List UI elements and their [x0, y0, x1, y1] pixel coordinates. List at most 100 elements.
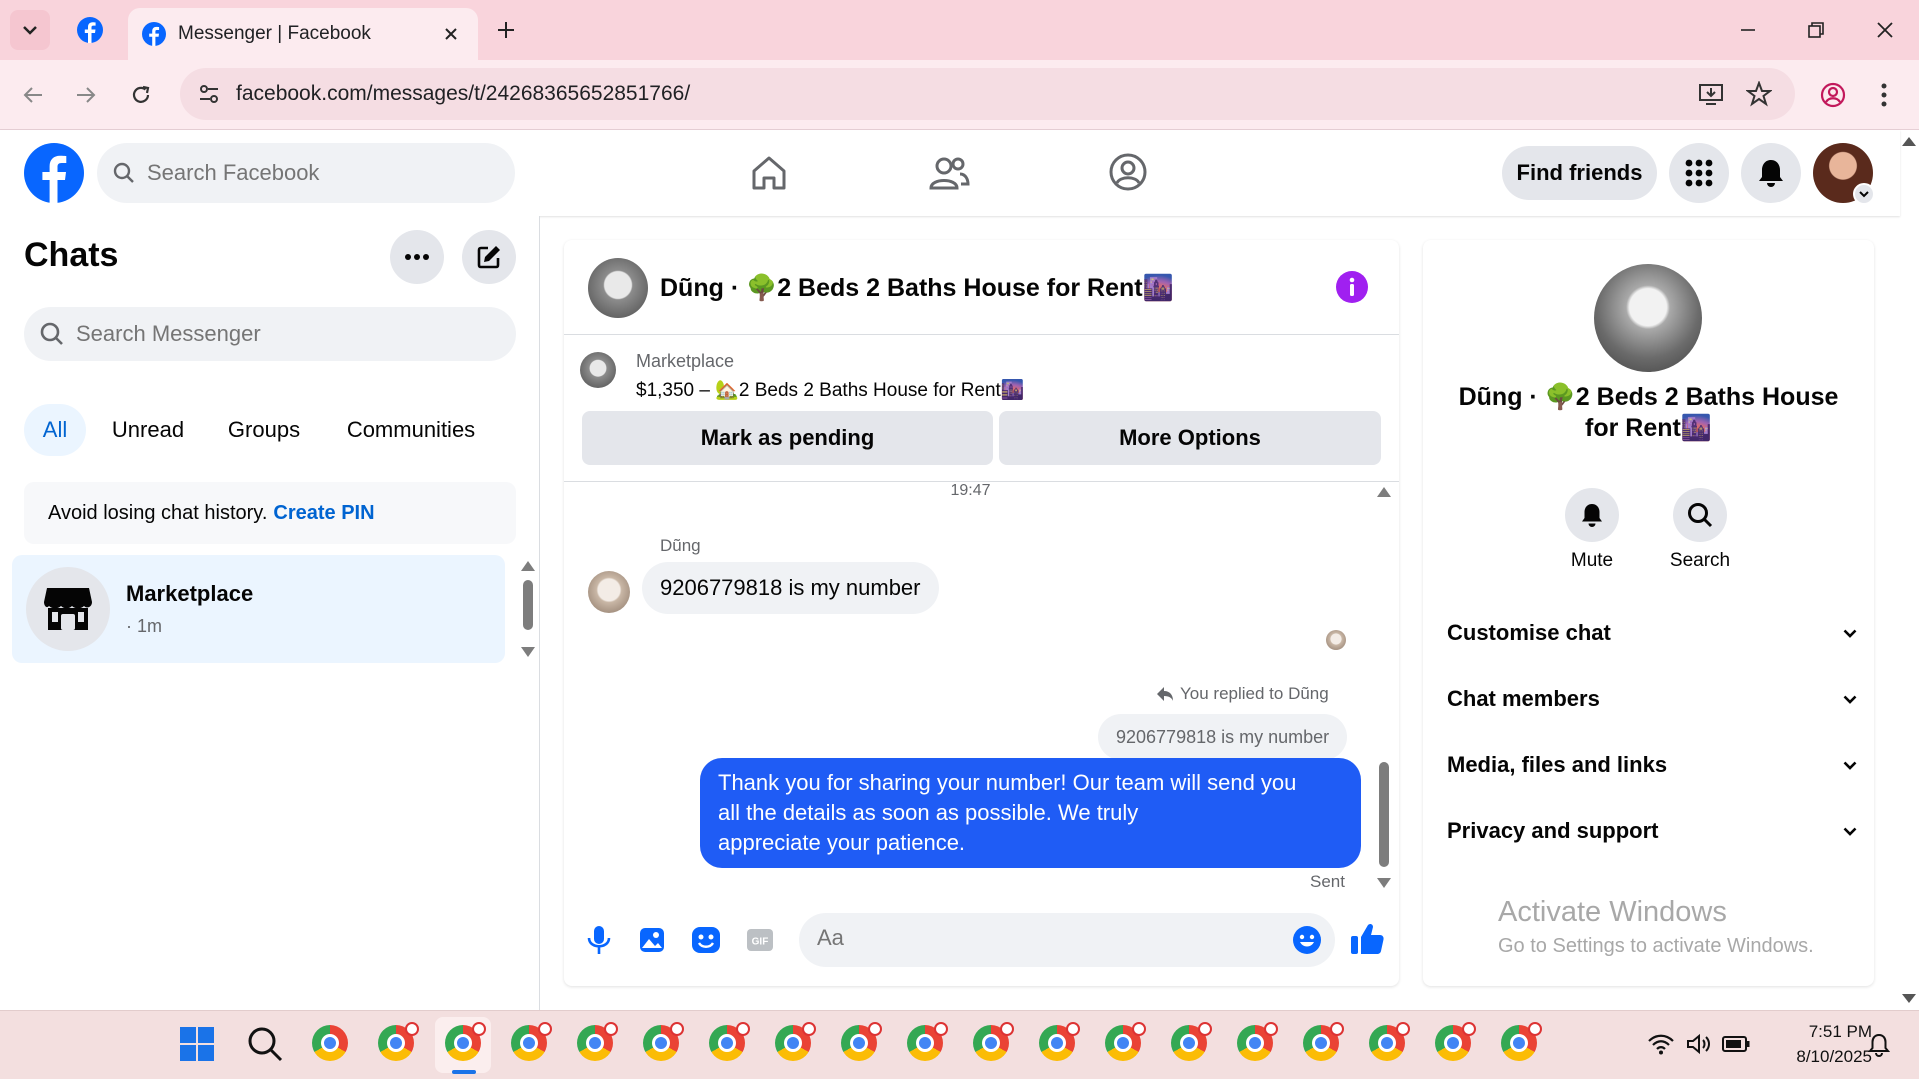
chrome-app-icon[interactable] — [1237, 1022, 1278, 1063]
page-scroll-down[interactable] — [1902, 994, 1916, 1003]
reply-notice-text: You replied to Dũng — [1180, 684, 1329, 703]
read-receipt-avatar — [1326, 630, 1346, 650]
profile-icon[interactable] — [1820, 82, 1846, 108]
chrome-app-icon[interactable] — [709, 1022, 750, 1063]
minimize-icon[interactable] — [1738, 20, 1758, 40]
browser-menu-icon[interactable] — [1880, 82, 1888, 108]
chrome-app-icon[interactable] — [445, 1022, 486, 1063]
back-icon[interactable] — [22, 84, 44, 106]
microphone-icon[interactable] — [586, 925, 612, 955]
sender-avatar[interactable] — [588, 571, 630, 613]
conversation-title[interactable]: Dũng · 🌳2 Beds 2 Baths House for Rent🌆 — [660, 274, 1174, 303]
details-avatar[interactable] — [1594, 264, 1702, 372]
taskbar-date[interactable]: 8/10/2025 — [1760, 1047, 1872, 1067]
gif-icon[interactable]: GIF — [746, 928, 774, 952]
home-icon[interactable] — [750, 154, 788, 192]
messenger-search-input[interactable] — [76, 321, 376, 347]
more-options-button[interactable]: More Options — [999, 411, 1381, 465]
customise-chat-section[interactable]: Customise chat — [1447, 620, 1857, 646]
facebook-logo[interactable] — [24, 143, 84, 203]
page-scroll-up[interactable] — [1902, 137, 1916, 146]
facebook-search-input[interactable] — [147, 160, 447, 186]
chrome-app-icon[interactable] — [775, 1022, 816, 1063]
message-input[interactable] — [817, 925, 1237, 951]
filter-all[interactable]: All — [24, 404, 86, 456]
create-pin-link[interactable]: Create PIN — [273, 502, 374, 525]
search-conversation-button[interactable] — [1673, 488, 1727, 542]
pinned-facebook-tab[interactable] — [72, 12, 108, 48]
tab-messenger[interactable]: Messenger | Facebook — [128, 8, 478, 60]
outgoing-message[interactable]: Thank you for sharing your number! Our t… — [700, 758, 1361, 868]
new-message-button[interactable] — [462, 230, 516, 284]
chrome-app-icon[interactable] — [1501, 1022, 1542, 1063]
windows-start-icon[interactable] — [178, 1025, 216, 1063]
messages-scroll-down[interactable] — [1377, 878, 1391, 888]
friends-icon[interactable] — [928, 154, 970, 192]
taskbar-search-icon[interactable] — [246, 1025, 284, 1063]
chrome-app-icon[interactable] — [1303, 1022, 1344, 1063]
bookmark-star-icon[interactable] — [1746, 81, 1772, 107]
notification-center-icon[interactable] — [1868, 1033, 1890, 1057]
filter-communities[interactable]: Communities — [330, 404, 492, 456]
chrome-app-icon[interactable] — [1039, 1022, 1080, 1063]
chatlist-scroll-down[interactable] — [521, 647, 535, 657]
incoming-message[interactable]: 9206779818 is my number — [642, 562, 939, 614]
quoted-message[interactable]: 9206779818 is my number — [1098, 714, 1348, 760]
reload-icon[interactable] — [130, 84, 152, 106]
tab-search-button[interactable] — [10, 10, 50, 50]
battery-icon[interactable] — [1722, 1035, 1750, 1053]
forward-icon[interactable] — [75, 84, 97, 106]
chrome-app-icon[interactable] — [1369, 1022, 1410, 1063]
chrome-app-icon[interactable] — [973, 1022, 1014, 1063]
restore-icon[interactable] — [1806, 20, 1826, 40]
messages-scroll-up[interactable] — [1377, 487, 1391, 497]
chrome-app-icon[interactable] — [378, 1022, 419, 1063]
info-icon[interactable] — [1336, 271, 1368, 303]
find-friends-button[interactable]: Find friends — [1502, 146, 1657, 200]
volume-icon[interactable] — [1686, 1033, 1712, 1055]
filter-groups[interactable]: Groups — [214, 404, 314, 456]
groups-icon[interactable] — [1108, 152, 1148, 192]
mute-button[interactable] — [1565, 488, 1619, 542]
chatlist-scroll-up[interactable] — [521, 561, 535, 571]
account-menu-button[interactable] — [1853, 183, 1875, 205]
messenger-search[interactable] — [24, 307, 516, 361]
wifi-icon[interactable] — [1648, 1033, 1674, 1055]
notifications-button[interactable] — [1741, 143, 1801, 203]
chrome-app-icon[interactable] — [841, 1022, 882, 1063]
privacy-support-section[interactable]: Privacy and support — [1447, 818, 1857, 844]
close-tab-icon[interactable] — [443, 26, 459, 42]
chrome-app-icon[interactable] — [511, 1022, 552, 1063]
install-app-icon[interactable] — [1698, 82, 1724, 106]
message-composer[interactable] — [799, 913, 1335, 967]
messages-scrollbar[interactable] — [1379, 762, 1389, 867]
sticker-icon[interactable] — [691, 926, 721, 954]
chrome-app-icon[interactable] — [1105, 1022, 1146, 1063]
chat-options-button[interactable] — [390, 230, 444, 284]
chatlist-scrollbar[interactable] — [523, 580, 533, 630]
chrome-app-icon[interactable] — [1171, 1022, 1212, 1063]
site-info-icon[interactable] — [198, 83, 220, 105]
filter-unread[interactable]: Unread — [100, 404, 196, 456]
chrome-app-icon[interactable] — [312, 1025, 350, 1063]
chevron-down-icon — [1843, 827, 1857, 836]
photo-icon[interactable] — [638, 926, 666, 954]
address-bar[interactable]: facebook.com/messages/t/2426836565285176… — [180, 68, 1795, 120]
thumbs-up-icon[interactable] — [1350, 922, 1384, 956]
chrome-app-icon[interactable] — [643, 1022, 684, 1063]
menu-button[interactable] — [1669, 143, 1729, 203]
mark-as-pending-button[interactable]: Mark as pending — [582, 411, 993, 465]
emoji-icon[interactable] — [1292, 925, 1322, 955]
chrome-app-icon[interactable] — [577, 1022, 618, 1063]
chrome-app-icon[interactable] — [907, 1022, 948, 1063]
new-tab-icon[interactable] — [496, 20, 516, 40]
facebook-search[interactable] — [97, 143, 515, 203]
listing-price-title[interactable]: $1,350 – 🏡2 Beds 2 Baths House for Rent🌆 — [636, 378, 1024, 402]
chrome-app-icon[interactable] — [1435, 1022, 1476, 1063]
media-files-links-section[interactable]: Media, files and links — [1447, 752, 1857, 778]
chat-members-section[interactable]: Chat members — [1447, 686, 1857, 712]
close-window-icon[interactable] — [1875, 20, 1895, 40]
chat-list-item[interactable]: Marketplace · 1m — [12, 555, 505, 663]
conversation-avatar[interactable] — [588, 258, 648, 318]
taskbar-time[interactable]: 7:51 PM — [1760, 1022, 1872, 1042]
